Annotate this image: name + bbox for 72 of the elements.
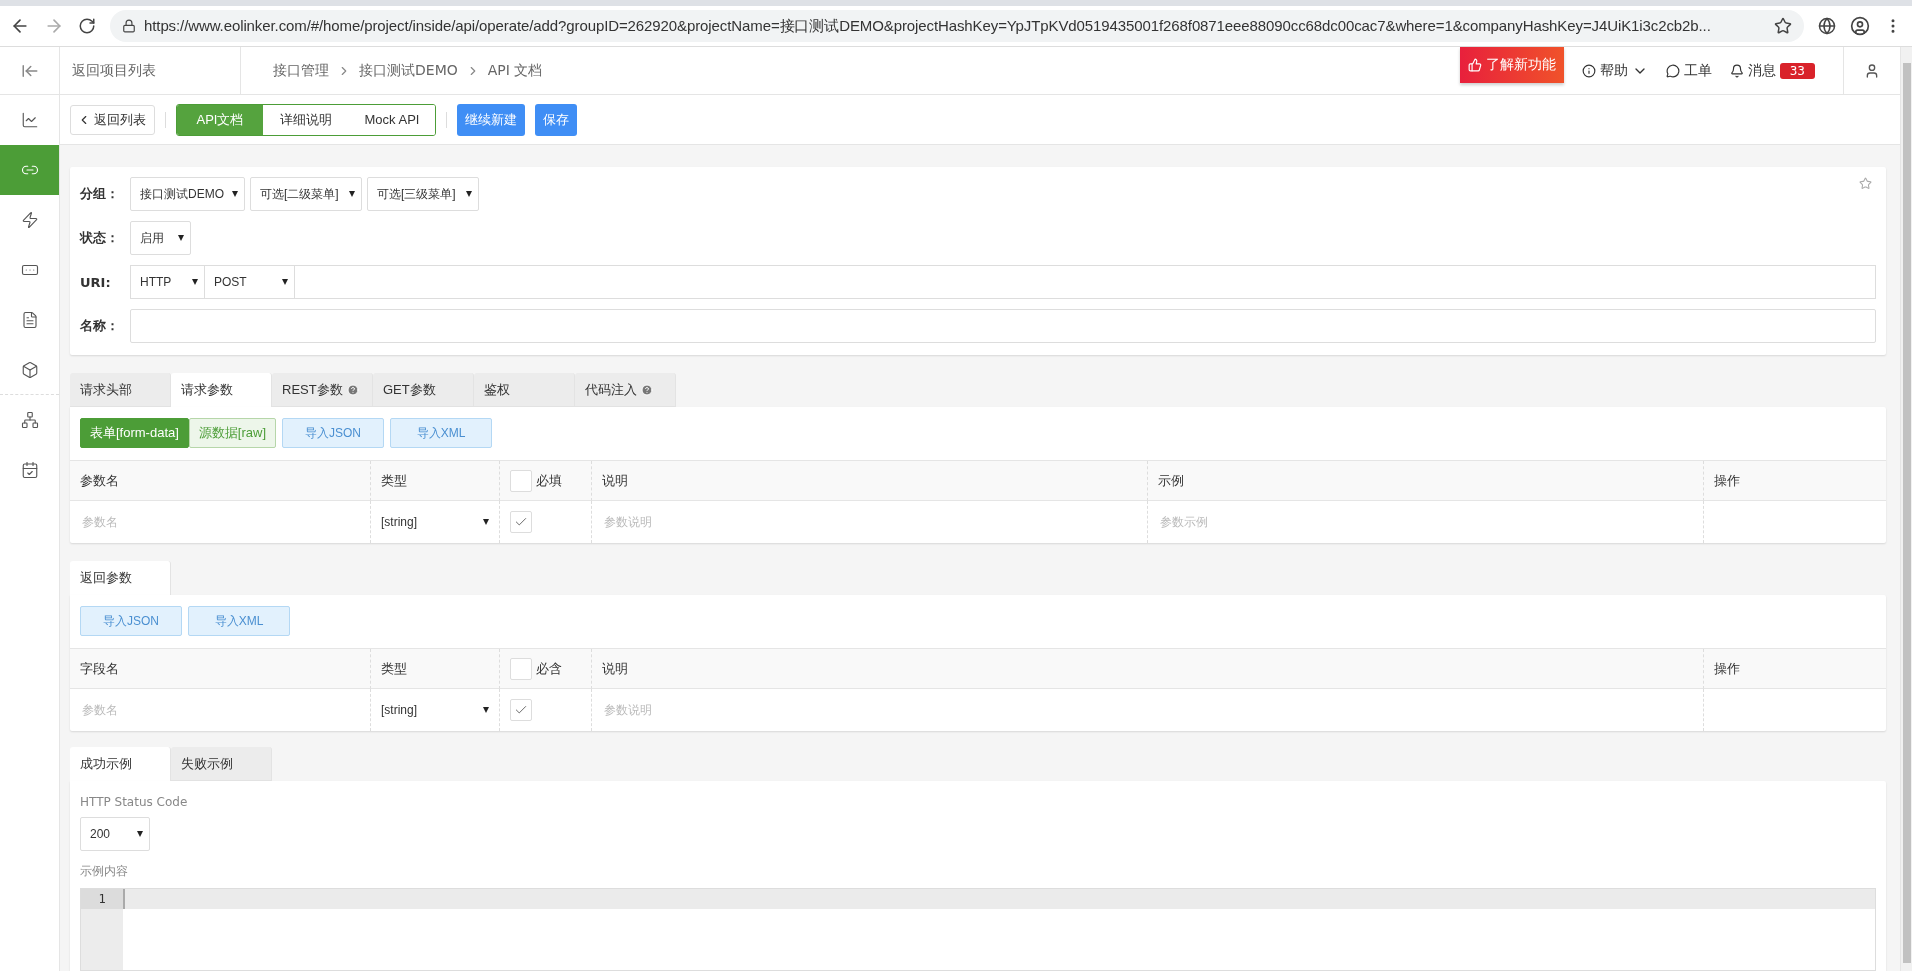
tab[interactable]: 请求参数 [171,373,272,407]
field-label: URI: [80,274,112,290]
line-number: 1 [81,889,123,909]
tab[interactable]: GET参数 [373,373,474,407]
name-input[interactable] [130,309,1876,343]
star-icon[interactable] [1774,17,1792,35]
group-select[interactable]: 接口测试DEMO [130,177,245,211]
tab[interactable]: REST参数 [272,373,373,407]
bell-icon [1729,63,1744,78]
link-icon[interactable] [0,145,59,195]
tab[interactable]: 代码注入 [575,373,676,407]
tickets-link[interactable]: 工单 [1665,61,1712,80]
checkbox[interactable] [510,469,532,492]
status-code-select[interactable]: 200 [80,817,150,851]
field-label: 名称： [80,317,120,335]
tab[interactable]: 失败示例 [171,747,272,781]
column-label: 必含 [536,659,562,678]
field-label: 示例内容 [80,863,129,880]
group-select[interactable]: 可选[二级菜单] [250,177,362,211]
column-header: 参数名 [70,461,371,501]
new-features-button[interactable]: 了解新功能 [1459,47,1564,83]
tab[interactable]: 成功示例 [70,747,171,781]
field-label: 分组： [80,185,120,203]
message-count: 33 [1779,62,1815,79]
checkbox[interactable] [510,511,532,533]
column-header: 说明 [592,649,1704,689]
breadcrumb-link[interactable]: 接口测试DEMO [359,61,458,80]
back-to-projects-link[interactable]: 返回项目列表 [60,47,241,94]
protocol-select[interactable]: HTTP [130,265,204,299]
column-header: 操作 [1704,649,1886,689]
type-select[interactable]: [string] [381,695,489,725]
method-select[interactable]: POST [204,265,294,299]
messages-link[interactable]: 消息 33 [1729,61,1815,80]
help-menu[interactable]: 帮助 [1581,61,1648,80]
column-header: 字段名 [70,649,371,689]
profile-icon[interactable] [1850,16,1870,36]
tab[interactable]: 请求头部 [70,373,171,407]
tab[interactable]: 返回参数 [70,561,171,595]
column-header: 类型 [371,461,500,501]
check-icon [514,515,528,529]
scrollbar[interactable] [1900,47,1912,971]
column-header: 说明 [592,461,1148,501]
breadcrumb-link[interactable]: 接口管理 [273,61,329,80]
group-select[interactable]: 可选[三级菜单] [367,177,479,211]
column-header: 操作 [1704,461,1886,501]
code-editor[interactable]: 1 [80,888,1876,971]
table-input[interactable]: 参数说明 [602,514,1137,530]
column-label: 必填 [536,471,562,490]
table-input[interactable]: 参数名 [80,514,360,530]
lock-icon [122,19,136,33]
table-input[interactable]: 参数示例 [1158,514,1693,530]
status-select[interactable]: 启用 [130,221,191,255]
check-icon [514,703,528,717]
thumbs-up-icon [1467,58,1482,72]
checkbox[interactable] [510,657,532,680]
column-header: 类型 [371,649,500,689]
extension-icon[interactable] [1818,17,1836,35]
field-label: HTTP Status Code [80,795,189,809]
reload-icon[interactable] [78,17,96,35]
uri-input[interactable] [294,265,1876,299]
table-input[interactable]: 参数说明 [602,702,1693,718]
back-button[interactable]: 返回列表 [70,104,155,135]
info-icon [1581,63,1596,78]
tab[interactable]: 鉴权 [474,373,575,407]
star-icon[interactable] [1859,177,1872,190]
column-header: 示例 [1148,461,1704,501]
table-input[interactable]: 参数名 [80,702,360,718]
checkbox[interactable] [510,699,532,721]
field-label: 状态： [80,229,120,247]
chat-icon [1665,63,1680,78]
breadcrumb-link[interactable]: API 文档 [487,61,543,80]
type-select[interactable]: [string] [381,507,489,537]
